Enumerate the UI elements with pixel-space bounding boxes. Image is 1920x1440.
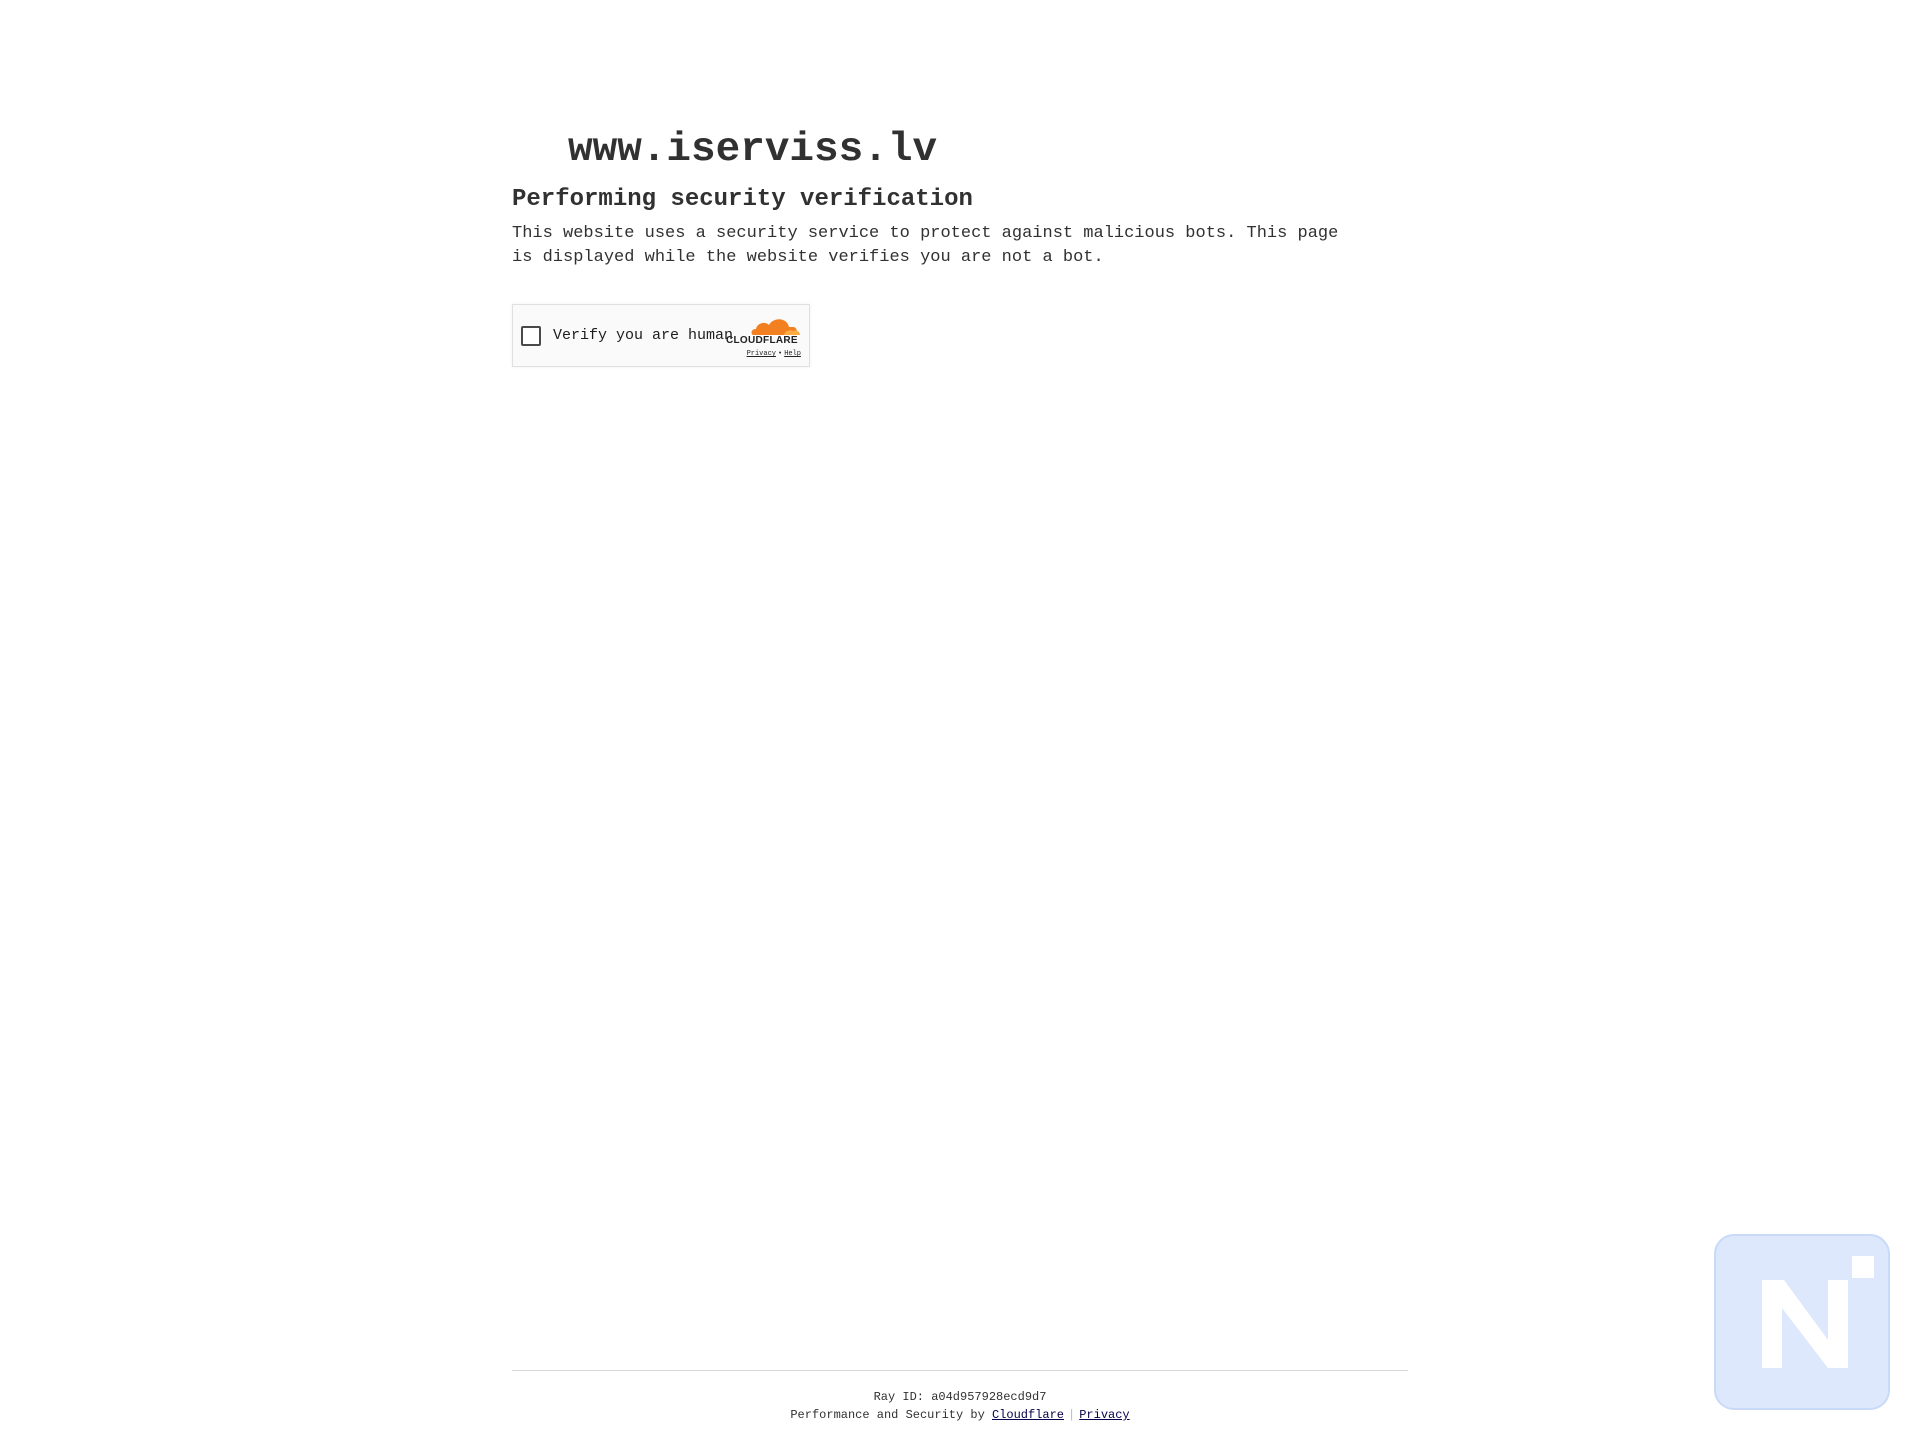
verify-checkbox[interactable] xyxy=(521,326,541,346)
ray-id-value: a04d957928ecd9d7 xyxy=(931,1390,1047,1404)
widget-help-link[interactable]: Help xyxy=(784,350,801,358)
performance-text: Performance and Security by xyxy=(790,1408,985,1422)
page-heading: Performing security verification xyxy=(512,186,973,213)
cloudflare-link[interactable]: Cloudflare xyxy=(992,1408,1064,1422)
widget-links: Privacy • Help xyxy=(747,350,801,358)
ray-id-line: Ray ID: a04d957928ecd9d7 xyxy=(512,1388,1408,1406)
footer-divider xyxy=(512,1370,1408,1371)
footer: Ray ID: a04d957928ecd9d7 Performance and… xyxy=(512,1388,1408,1424)
n-logo-icon xyxy=(1762,1256,1874,1368)
widget-link-separator: • xyxy=(777,350,783,358)
n-logo-badge[interactable] xyxy=(1714,1234,1890,1410)
cloudflare-wordmark: CLOUDFLARE xyxy=(726,335,798,346)
footer-separator: | xyxy=(1068,1408,1076,1422)
cloudflare-cloud-icon xyxy=(751,319,801,337)
verify-label[interactable]: Verify you are human xyxy=(553,325,733,347)
cloudflare-brand: CLOUDFLARE Privacy • Help xyxy=(726,315,804,361)
widget-privacy-link[interactable]: Privacy xyxy=(747,350,776,358)
verification-widget: Verify you are human CLOUDFLARE Privacy •… xyxy=(512,304,810,367)
ray-id-label: Ray ID: xyxy=(873,1390,924,1404)
performance-line: Performance and Security by Cloudflare | P… xyxy=(512,1406,1408,1424)
page-description: This website uses a security service to … xyxy=(512,224,1339,267)
footer-privacy-link[interactable]: Privacy xyxy=(1079,1408,1129,1422)
site-title: www.iserviss.lv xyxy=(568,127,938,173)
